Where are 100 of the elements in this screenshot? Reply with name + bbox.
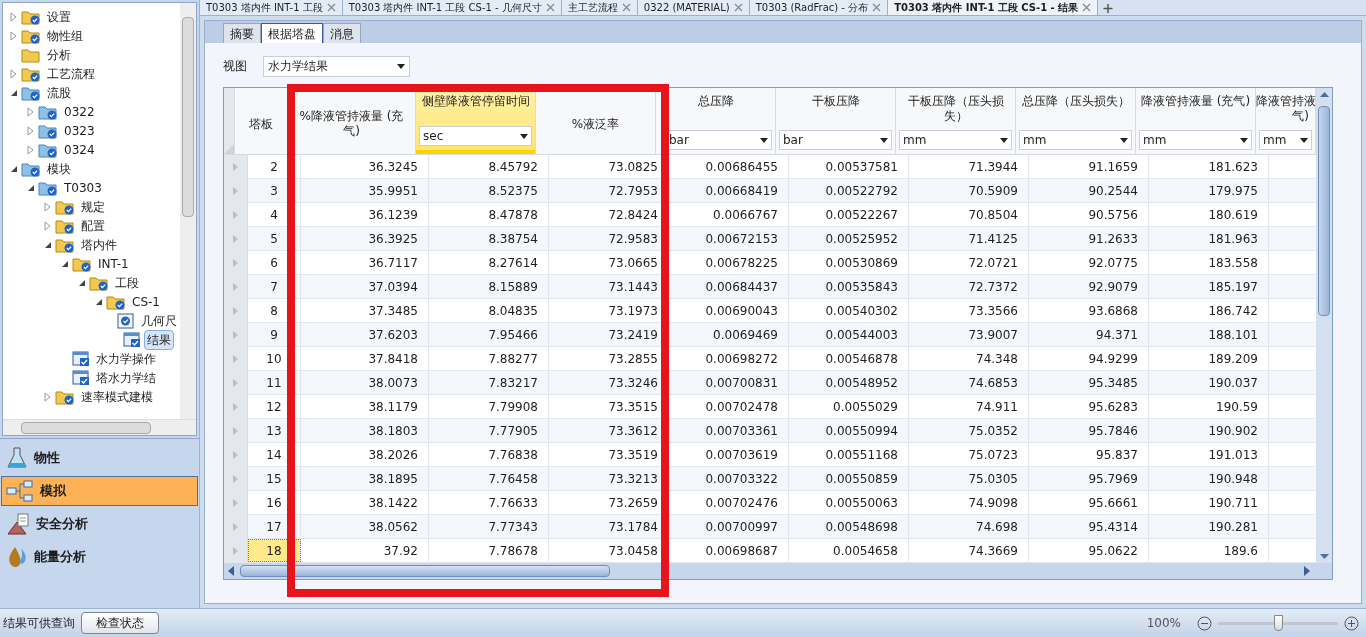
check-status-button[interactable]: 检查状态 (81, 612, 159, 634)
row-handle[interactable] (224, 155, 248, 178)
horizontal-scrollbar[interactable] (3, 419, 196, 435)
document-tab[interactable]: 主工艺流程 (561, 0, 638, 15)
zoom-out-icon[interactable] (1197, 615, 1212, 631)
collapse-arrow-icon[interactable] (10, 164, 18, 173)
table-cell: 75.0305 (909, 467, 1029, 490)
tree-item[interactable]: 设置 (44, 6, 74, 27)
tree-item[interactable]: INT-1 (95, 253, 132, 274)
document-tab[interactable]: T0303 塔内件 INT-1 工段 (200, 0, 343, 15)
expand-arrow-icon[interactable] (10, 30, 18, 41)
nav-item[interactable]: 能量分析 (1, 542, 198, 572)
unit-dropdown[interactable]: bar (779, 130, 892, 150)
nav-item[interactable]: 物性 (1, 443, 198, 473)
unit-dropdown[interactable]: mm (1259, 130, 1312, 150)
expand-arrow-icon[interactable] (44, 391, 52, 402)
zoom-slider[interactable] (1218, 615, 1338, 631)
column-header[interactable]: 降液管持液量 (充气) mm (1136, 88, 1256, 154)
tree-item[interactable]: T0303 (61, 177, 105, 198)
vertical-scrollbar[interactable] (180, 3, 196, 419)
tree-item[interactable]: 0324 (61, 139, 98, 160)
close-icon[interactable] (545, 3, 555, 12)
column-header[interactable]: 降液管持液 气) mm (1256, 88, 1316, 154)
scroll-left-icon[interactable] (228, 566, 236, 576)
table-cell: 189.6 (1149, 539, 1269, 562)
table-cell: 0.00703361 (669, 419, 789, 442)
tree-item[interactable]: CS-1 (129, 291, 163, 312)
tree-item[interactable]: 塔水力学结 (93, 367, 159, 388)
tree-item[interactable]: 几何尺 (138, 310, 180, 331)
document-tab[interactable]: T0303 塔内件 INT-1 工段 CS-1 - 结果 (888, 0, 1099, 15)
expand-arrow-icon[interactable] (10, 68, 18, 79)
collapse-arrow-icon[interactable] (95, 297, 103, 306)
column-header[interactable]: 干板压降 bar (776, 88, 896, 154)
table-check-icon (72, 369, 90, 386)
tree-item[interactable]: 0323 (61, 120, 98, 141)
tab[interactable]: 摘要 (223, 23, 261, 43)
tab[interactable]: 消息 (323, 23, 361, 43)
collapse-arrow-icon[interactable] (61, 259, 69, 268)
column-header[interactable]: 干板压降（压头损 失） mm (896, 88, 1016, 154)
view-dropdown[interactable]: 水力学结果 (263, 55, 410, 77)
tree-item[interactable]: 工段 (112, 272, 142, 293)
tree-item[interactable]: 水力学操作 (93, 348, 159, 369)
tree-item[interactable]: 流股 (44, 82, 74, 103)
close-icon[interactable] (1082, 3, 1092, 12)
row-handle[interactable] (224, 539, 248, 562)
tree-item[interactable]: 速率模式建模 (78, 386, 156, 407)
tree-item[interactable]: 物性组 (44, 25, 86, 46)
close-icon[interactable] (872, 3, 882, 12)
flowchart-icon (6, 480, 34, 502)
tree-item[interactable]: 规定 (78, 196, 108, 217)
zoom-in-icon[interactable] (1344, 615, 1359, 631)
table-cell: 186.742 (1149, 299, 1269, 322)
table-cell: 0.00686455 (669, 155, 789, 178)
row-arrow-icon (233, 378, 238, 387)
add-tab-icon[interactable] (1101, 2, 1116, 15)
expand-arrow-icon[interactable] (27, 144, 35, 155)
table-cell: 72.9583 (549, 227, 669, 250)
caret-icon (1240, 137, 1248, 143)
expand-arrow-icon[interactable] (27, 125, 35, 136)
expand-arrow-icon[interactable] (44, 201, 52, 212)
collapse-arrow-icon[interactable] (44, 240, 52, 249)
document-tab[interactable]: T0303 (RadFrac) - 分布 (749, 0, 889, 15)
unit-dropdown[interactable]: mm (1019, 130, 1132, 150)
collapse-arrow-icon[interactable] (78, 278, 86, 287)
close-icon[interactable] (733, 3, 743, 12)
tree-item[interactable]: 结果 (144, 329, 174, 350)
tree-item[interactable]: 配置 (78, 215, 108, 236)
expand-arrow-icon[interactable] (44, 220, 52, 231)
nav-item[interactable]: 模拟 (1, 476, 198, 506)
close-icon[interactable] (326, 3, 336, 12)
table-cell: 190.037 (1149, 371, 1269, 394)
collapse-arrow-icon[interactable] (27, 183, 35, 192)
column-title: 降液管持液量 (充气) (1140, 94, 1251, 109)
document-tab[interactable]: 0322 (MATERIAL) (637, 0, 750, 15)
expand-arrow-icon[interactable] (27, 106, 35, 117)
tree-item[interactable]: 塔内件 (78, 234, 120, 255)
close-icon[interactable] (621, 3, 631, 12)
tree-item[interactable]: 0322 (61, 101, 98, 122)
horizontal-scrollbar[interactable] (224, 563, 1332, 579)
column-header[interactable]: 总压降（压头损失） mm (1016, 88, 1136, 154)
table-cell: 0.00548952 (789, 371, 909, 394)
scroll-right-icon[interactable] (1302, 566, 1310, 576)
table-cell: 7.79908 (429, 395, 549, 418)
column-header[interactable]: 塔板 (235, 88, 288, 154)
status-message: 结果可供查询 (3, 615, 75, 632)
vertical-scrollbar[interactable] (1316, 88, 1332, 563)
unit-dropdown[interactable]: mm (899, 130, 1012, 150)
column-header[interactable]: %液泛率 (536, 88, 656, 154)
expand-arrow-icon[interactable] (10, 11, 18, 22)
document-tab[interactable]: T0303 塔内件 INT-1 工段 CS-1 - 几何尺寸 (342, 0, 562, 15)
column-header[interactable]: 总压降 bar (656, 88, 776, 154)
unit-dropdown[interactable]: mm (1139, 130, 1252, 150)
slider-thumb[interactable] (1274, 615, 1283, 631)
tree-item[interactable]: 工艺流程 (44, 63, 98, 84)
nav-item[interactable]: 安全分析 (1, 509, 198, 539)
collapse-arrow-icon[interactable] (10, 88, 18, 97)
tab[interactable]: 根据塔盘 (261, 23, 323, 43)
tree-item[interactable]: 模块 (44, 158, 74, 179)
tree-item[interactable]: 分析 (44, 44, 74, 65)
unit-dropdown[interactable]: sec (419, 126, 532, 146)
